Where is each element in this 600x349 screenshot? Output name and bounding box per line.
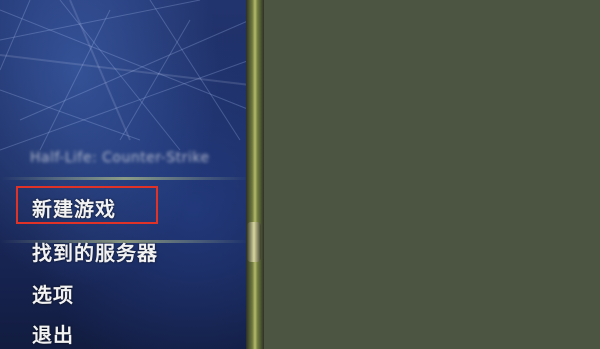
panel-edge-bar: [246, 0, 264, 349]
menu-glow-line: [0, 177, 250, 180]
highlight-box: [16, 186, 158, 224]
menu-item-options[interactable]: 选项: [32, 279, 74, 308]
menu-item-quit[interactable]: 退出: [32, 319, 74, 348]
panel-edge-handle: [247, 222, 261, 262]
game-subtitle: Half-Life: Counter-Strike: [30, 150, 210, 166]
empty-content-area: [264, 0, 600, 349]
menu-item-find-servers[interactable]: 找到的服务器: [32, 237, 158, 266]
